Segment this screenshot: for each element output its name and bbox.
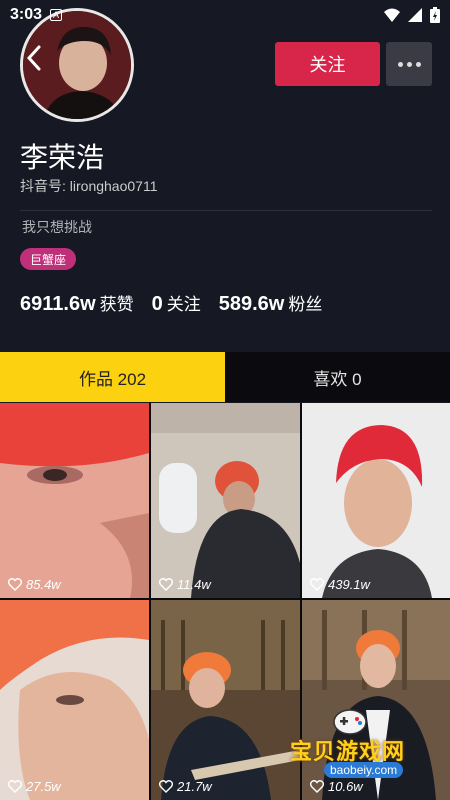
- heart-icon: [159, 780, 173, 793]
- thumbnail-image: [0, 600, 149, 800]
- video-thumbnail[interactable]: 21.7w: [151, 600, 300, 800]
- battery-icon: [430, 7, 440, 23]
- status-bar: 3:03 A: [0, 0, 450, 30]
- heart-icon: [8, 578, 22, 591]
- stat-followers[interactable]: 589.6w 粉丝: [219, 290, 323, 316]
- video-thumbnail[interactable]: 11.4w: [151, 403, 300, 598]
- stat-following[interactable]: 0 关注: [152, 290, 201, 316]
- thumbnail-image: [302, 403, 450, 598]
- back-button[interactable]: [22, 42, 46, 74]
- tab-likes[interactable]: 喜欢 0: [225, 352, 450, 402]
- video-thumbnail[interactable]: 85.4w: [0, 403, 149, 598]
- status-time: 3:03: [10, 6, 43, 23]
- stat-label: 获赞: [99, 295, 134, 314]
- tab-works[interactable]: 作品 202: [0, 352, 225, 402]
- chevron-left-icon: [26, 45, 41, 71]
- like-count-text: 439.1w: [328, 577, 370, 592]
- watermark-url: baobeiy.com: [324, 762, 404, 778]
- thumbnail-image: [0, 403, 149, 598]
- zodiac-tag: 巨蟹座: [20, 248, 77, 270]
- more-dot-icon: [397, 61, 403, 67]
- heart-icon: [310, 578, 324, 591]
- gamepad-mascot-icon: [333, 709, 367, 735]
- stat-value: 589.6w: [218, 293, 285, 315]
- like-count: 21.7w: [159, 779, 212, 794]
- more-options-button[interactable]: [386, 42, 432, 86]
- signal-icon: [408, 8, 422, 22]
- stat-likes: 6911.6w 获赞: [20, 290, 134, 316]
- more-dot-icon: [415, 61, 421, 67]
- douyin-id: 抖音号: lironghao0711: [20, 178, 158, 194]
- wifi-icon: [384, 8, 400, 22]
- like-count-text: 21.7w: [177, 779, 212, 794]
- like-count: 85.4w: [8, 577, 61, 592]
- divider: [20, 210, 432, 211]
- like-count: 11.4w: [159, 577, 211, 592]
- heart-icon: [159, 578, 173, 591]
- like-count-text: 27.5w: [26, 779, 61, 794]
- profile-bio: 我只想挑战: [22, 219, 92, 235]
- stat-label: 关注: [166, 295, 201, 314]
- profile-header: 关注 李荣浩 抖音号: lironghao0711 我只想挑战 巨蟹座 6911…: [0, 0, 450, 352]
- like-count-text: 85.4w: [26, 577, 61, 592]
- stat-value: 0: [151, 293, 163, 315]
- notification-icon: A: [50, 9, 63, 21]
- follow-button[interactable]: 关注: [275, 42, 380, 86]
- thumbnail-image: [151, 600, 300, 800]
- more-dot-icon: [406, 61, 412, 67]
- like-count: 439.1w: [310, 577, 370, 592]
- thumbnail-image: [151, 403, 300, 598]
- like-count: 27.5w: [8, 779, 61, 794]
- status-icons: [384, 7, 440, 23]
- like-count-text: 11.4w: [177, 577, 211, 592]
- heart-icon: [8, 780, 22, 793]
- stat-value: 6911.6w: [20, 293, 96, 315]
- stat-label: 粉丝: [288, 295, 323, 314]
- content-tabs: 作品 202 喜欢 0: [0, 352, 450, 402]
- video-thumbnail[interactable]: 439.1w: [302, 403, 450, 598]
- video-thumbnail[interactable]: 27.5w: [0, 600, 149, 800]
- profile-stats: 6911.6w 获赞 0 关注 589.6w 粉丝: [20, 290, 322, 316]
- site-watermark: 宝贝游戏网 baobeiy.com: [280, 709, 440, 792]
- profile-name: 李荣浩: [20, 142, 105, 173]
